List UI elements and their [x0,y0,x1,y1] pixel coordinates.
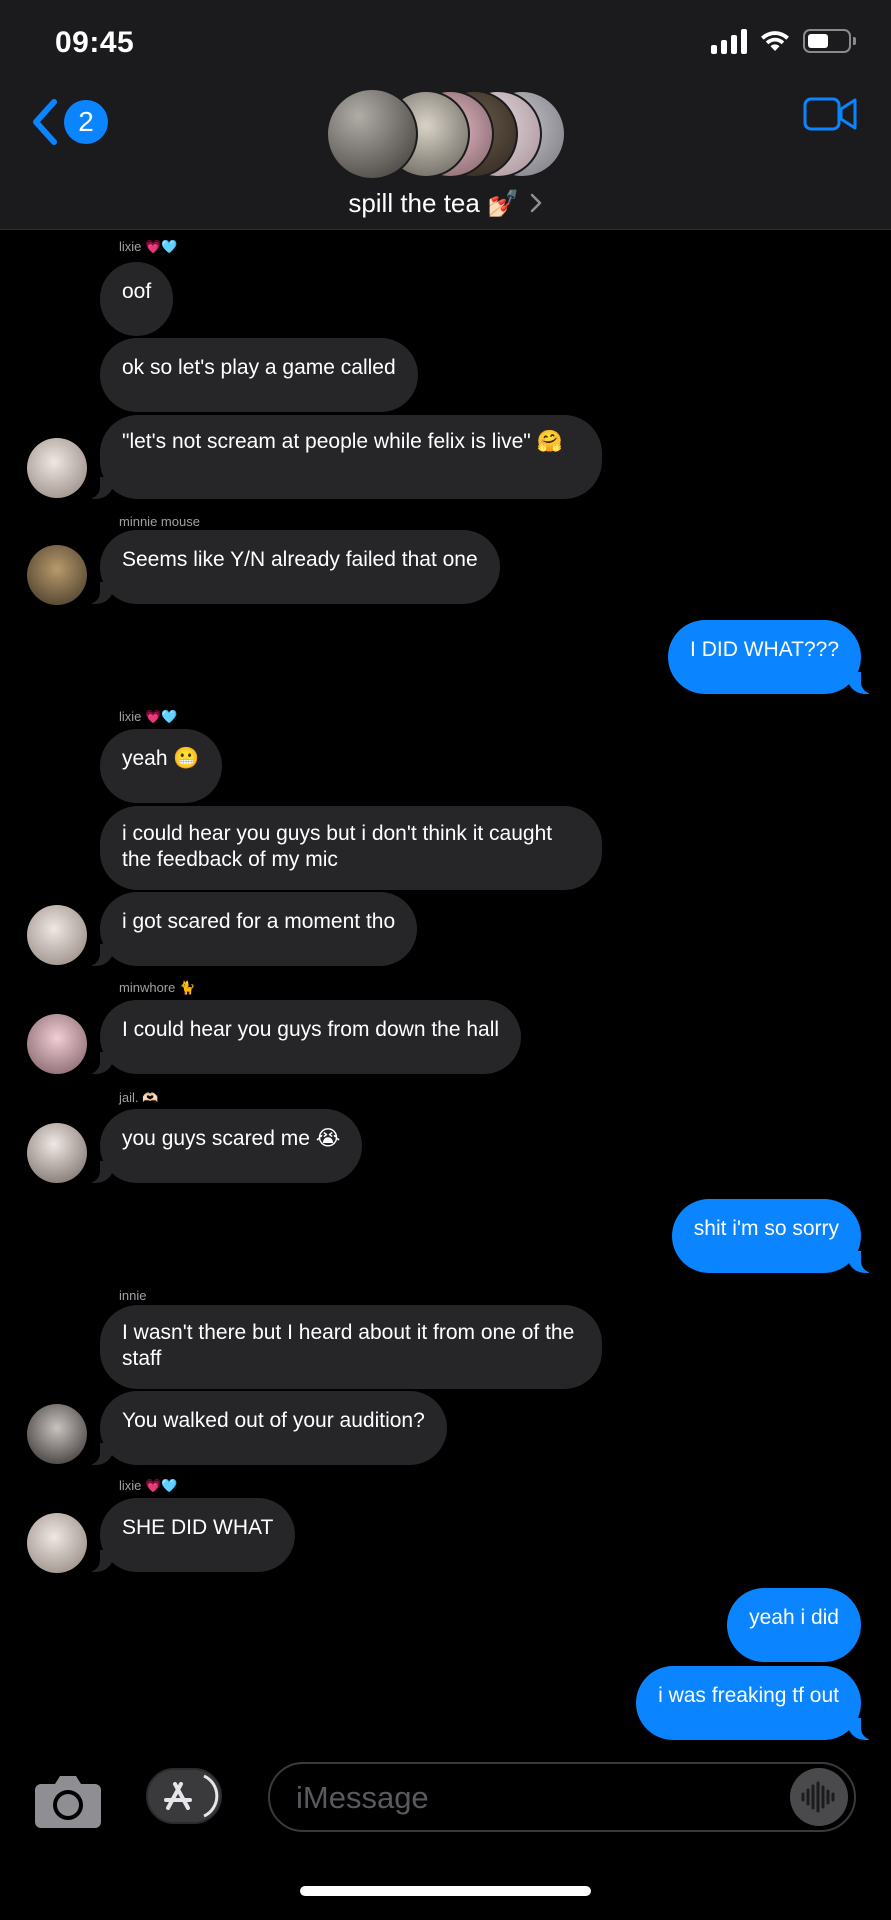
incoming-message[interactable]: SHE DID WHAT [85,1498,296,1572]
message-input-field[interactable] [268,1762,856,1832]
audio-waveform-icon [801,1781,835,1813]
group-name: spill the tea 💅🏻 [348,188,520,218]
back-chevron-icon [33,99,57,145]
sender-name: minwhore 🐈 [119,980,196,995]
sender-avatar[interactable] [27,545,87,605]
incoming-message[interactable]: I wasn't there but I heard about it from… [100,1305,602,1389]
sender-name: lixie 💗🩵 [119,1478,178,1493]
incoming-message[interactable]: "let's not scream at people while felix … [86,415,602,499]
chevron-right-icon [530,193,541,213]
battery-icon [803,29,856,53]
incoming-message[interactable]: you guys scared me 😭 [85,1109,363,1183]
group-title[interactable]: spill the tea 💅🏻 [0,188,891,219]
sender-avatar[interactable] [27,1014,87,1074]
app-store-button[interactable] [146,1768,222,1824]
signal-icon [711,28,747,54]
sender-avatar[interactable] [27,905,87,965]
status-icons [711,28,856,54]
sender-name: lixie 💗🩵 [119,239,178,254]
sender-name: jail. 🫶🏻 [119,1090,159,1105]
conversation-header: 09:45 2 spill the tea 💅🏻 [0,0,891,230]
status-time: 09:45 [55,26,135,59]
app-store-icon [154,1772,219,1820]
outgoing-message[interactable]: shit i'm so sorry [671,1199,876,1273]
audio-record-button[interactable] [790,1768,848,1826]
group-member-avatar [326,88,418,180]
outgoing-message[interactable]: I DID WHAT??? [668,620,875,694]
incoming-message[interactable]: You walked out of your audition? [86,1391,447,1465]
sender-avatar[interactable] [27,438,87,498]
incoming-message[interactable]: ok so let's play a game called [100,338,418,412]
incoming-message[interactable]: i could hear you guys but i don't think … [100,806,602,890]
sender-name: minnie mouse [119,514,200,529]
message-input[interactable] [294,1774,738,1822]
incoming-message[interactable]: Seems like Y/N already failed that one [86,530,500,604]
incoming-message[interactable]: oof [100,262,174,336]
composer-bar [0,1740,891,1920]
sender-avatar[interactable] [27,1404,87,1464]
sender-avatar[interactable] [27,1513,87,1573]
sender-name: innie [119,1288,147,1303]
sender-avatar[interactable] [27,1123,87,1183]
incoming-message[interactable]: i got scared for a moment tho [85,892,418,966]
incoming-message[interactable]: I could hear you guys from down the hall [85,1000,522,1074]
group-avatar-stack[interactable] [326,88,566,180]
outgoing-message[interactable]: yeah i did [727,1588,861,1662]
sender-name: lixie 💗🩵 [119,709,178,724]
outgoing-message[interactable]: i was freaking tf out [636,1666,875,1740]
camera-icon[interactable] [33,1772,103,1830]
wifi-icon [761,31,789,51]
unread-count-badge: 2 [64,100,108,144]
incoming-message[interactable]: yeah 😬 [100,729,222,803]
home-indicator [300,1886,591,1896]
back-button[interactable]: 2 [30,98,108,146]
video-camera-icon[interactable] [803,96,857,132]
